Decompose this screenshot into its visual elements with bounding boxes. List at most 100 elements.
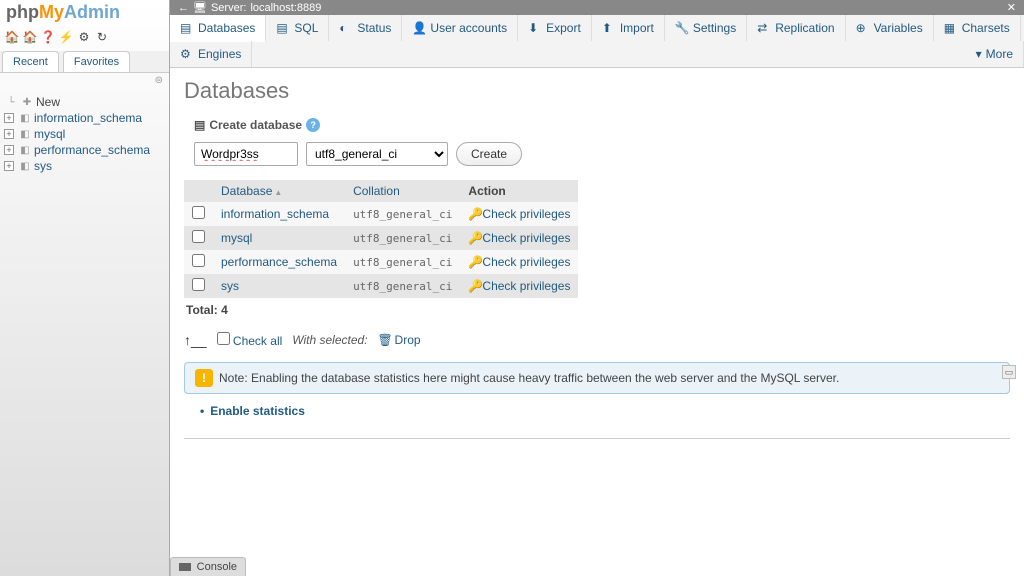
tab-users[interactable]: 👤User accounts xyxy=(402,15,518,41)
drop-icon: 🗑 xyxy=(378,333,392,347)
db-icon: ◧ xyxy=(18,159,32,173)
breadcrumb-server-label: Server: xyxy=(211,2,246,14)
tree-new-label: New xyxy=(36,95,60,109)
tree-label: performance_schema xyxy=(34,143,150,157)
page-title: Databases xyxy=(184,78,1010,104)
row-checkbox[interactable] xyxy=(192,254,205,267)
col-checkbox xyxy=(184,180,213,202)
breadcrumb-close-icon[interactable]: ✕ xyxy=(1007,1,1016,14)
top-tabs: ▤Databases ▤SQL ◐Status 👤User accounts ⬇… xyxy=(170,15,1024,68)
db-icon: ◧ xyxy=(18,143,32,157)
sidebar-tabs: Recent Favorites xyxy=(0,51,169,73)
minimize-icon[interactable]: ▭ xyxy=(1002,365,1016,379)
col-database[interactable]: Database▲ xyxy=(213,180,345,202)
tab-charsets[interactable]: ▦Charsets xyxy=(934,15,1021,41)
docs-icon[interactable]: ❓ xyxy=(40,29,56,45)
breadcrumb: ← 🖥 Server: localhost:8889 ✕ xyxy=(170,0,1024,15)
logout-icon[interactable]: 🏠 xyxy=(22,29,38,45)
tree-item[interactable]: + ◧ sys xyxy=(4,158,165,174)
col-action: Action xyxy=(460,180,578,202)
arrow-up-icon: ↑__ xyxy=(184,332,207,348)
content: Databases ▤ Create database ? utf8_gener… xyxy=(170,68,1024,449)
expand-icon[interactable]: + xyxy=(4,129,14,139)
engines-icon: ⚙ xyxy=(180,47,194,61)
tab-settings[interactable]: 🔧Settings xyxy=(665,15,747,41)
tree-item[interactable]: + ◧ performance_schema xyxy=(4,142,165,158)
db-name-input[interactable] xyxy=(194,142,298,166)
tab-variables[interactable]: ⊕Variables xyxy=(846,15,934,41)
col-collation[interactable]: Collation xyxy=(345,180,460,202)
check-privileges-link[interactable]: Check privileges xyxy=(482,255,570,269)
bullet-icon: • xyxy=(200,404,204,418)
console-icon xyxy=(179,563,191,571)
check-all[interactable]: Check all xyxy=(217,332,283,348)
expand-icon[interactable]: + xyxy=(4,113,14,123)
row-checkbox[interactable] xyxy=(192,230,205,243)
tab-import[interactable]: ⬆Import xyxy=(592,15,665,41)
db-tree: └ ✚ New + ◧ information_schema + ◧ mysql… xyxy=(0,88,169,180)
total-row: Total: 4 xyxy=(184,298,1010,322)
collapse-toggle-icon[interactable]: ⊜ xyxy=(0,73,169,88)
expand-icon[interactable]: + xyxy=(4,145,14,155)
help-icon[interactable]: ? xyxy=(306,118,320,132)
with-selected-label: With selected: xyxy=(292,333,367,347)
sort-asc-icon: ▲ xyxy=(274,188,282,197)
tree-item[interactable]: + ◧ mysql xyxy=(4,126,165,142)
logo-my: My xyxy=(39,2,64,22)
home-icon[interactable]: 🏠 xyxy=(4,29,20,45)
sql-icon[interactable]: ⚡ xyxy=(58,29,74,45)
tab-recent[interactable]: Recent xyxy=(2,51,59,72)
row-checkbox[interactable] xyxy=(192,206,205,219)
tab-engines[interactable]: ⚙Engines xyxy=(170,41,252,67)
note-text: Note: Enabling the database statistics h… xyxy=(219,371,839,385)
db-name-cell[interactable]: information_schema xyxy=(213,202,345,226)
logo[interactable]: phpMyAdmin xyxy=(0,0,169,27)
tree-label: sys xyxy=(34,159,52,173)
tab-export[interactable]: ⬇Export xyxy=(518,15,592,41)
check-privileges-link[interactable]: Check privileges xyxy=(482,207,570,221)
reload-icon[interactable]: ↻ xyxy=(94,29,110,45)
tab-more[interactable]: ▾More xyxy=(966,41,1024,67)
check-privileges-link[interactable]: Check privileges xyxy=(482,279,570,293)
console-toggle[interactable]: Console xyxy=(170,557,246,576)
db-name-cell[interactable]: performance_schema xyxy=(213,250,345,274)
server-icon: 🖥 xyxy=(193,1,207,14)
tab-replication[interactable]: ⇄Replication xyxy=(747,15,845,41)
breadcrumb-back-icon[interactable]: ← xyxy=(178,2,189,14)
db-name-cell[interactable]: mysql xyxy=(213,226,345,250)
check-all-checkbox[interactable] xyxy=(217,332,230,345)
create-button[interactable]: Create xyxy=(456,142,522,166)
priv-icon: 🔑 xyxy=(468,207,480,217)
charsets-icon: ▦ xyxy=(944,21,958,35)
tree-label: mysql xyxy=(34,127,65,141)
create-db-form: utf8_general_ci Create xyxy=(194,142,1010,166)
tab-status[interactable]: ◐Status xyxy=(329,15,402,41)
tab-favorites[interactable]: Favorites xyxy=(63,51,130,72)
note-box: ! Note: Enabling the database statistics… xyxy=(184,362,1010,394)
priv-icon: 🔑 xyxy=(468,279,480,289)
tree-new[interactable]: └ ✚ New xyxy=(4,94,165,110)
breadcrumb-server-value[interactable]: localhost:8889 xyxy=(250,2,321,14)
tree-item[interactable]: + ◧ information_schema xyxy=(4,110,165,126)
collation-select[interactable]: utf8_general_ci xyxy=(306,142,448,166)
wrench-icon: 🔧 xyxy=(675,21,689,35)
enable-statistics-link[interactable]: • Enable statistics xyxy=(200,404,1010,418)
tab-sql[interactable]: ▤SQL xyxy=(266,15,329,41)
console-label: Console xyxy=(197,561,237,573)
db-icon: ◧ xyxy=(18,127,32,141)
collation-cell: utf8_general_ci xyxy=(345,226,460,250)
create-db-label: Create database xyxy=(209,118,302,132)
logo-php: php xyxy=(6,2,39,22)
tab-databases[interactable]: ▤Databases xyxy=(170,15,266,42)
settings-icon[interactable]: ⚙ xyxy=(76,29,92,45)
expand-icon[interactable]: + xyxy=(4,161,14,171)
priv-icon: 🔑 xyxy=(468,255,480,265)
row-checkbox[interactable] xyxy=(192,278,205,291)
db-name-cell[interactable]: sys xyxy=(213,274,345,298)
check-privileges-link[interactable]: Check privileges xyxy=(482,231,570,245)
table-row: performance_schema utf8_general_ci 🔑Chec… xyxy=(184,250,578,274)
drop-link[interactable]: 🗑Drop xyxy=(378,333,421,347)
replication-icon: ⇄ xyxy=(757,21,771,35)
databases-table: Database▲ Collation Action information_s… xyxy=(184,180,578,298)
main: ← 🖥 Server: localhost:8889 ✕ ▤Databases … xyxy=(170,0,1024,576)
